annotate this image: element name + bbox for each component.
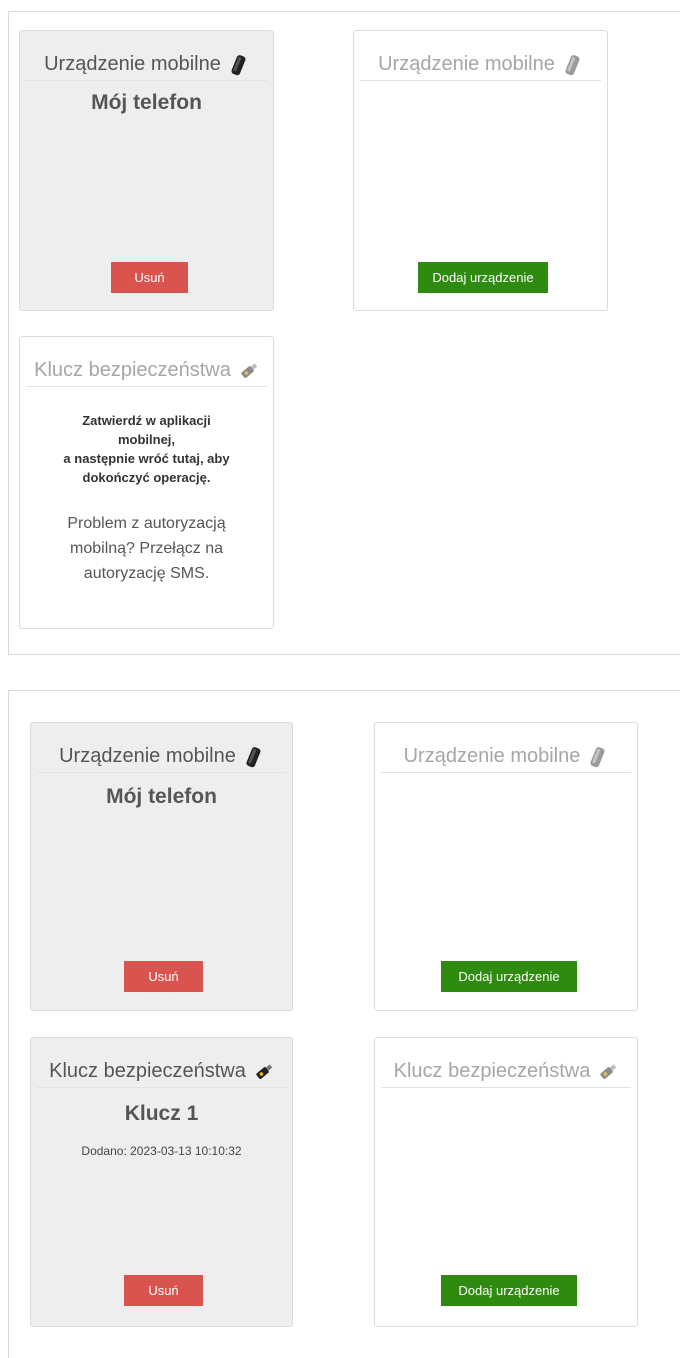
message-line: mobilnej, xyxy=(117,432,176,447)
card-title: Urządzenie mobilne xyxy=(44,53,221,75)
device-name: Mój telefon xyxy=(91,91,202,114)
card-header: Klucz bezpieczeństwa xyxy=(37,1056,286,1088)
card-header: Urządzenie mobilne xyxy=(37,741,286,773)
message-line: dokończyć operację. xyxy=(82,470,211,485)
card-title: Klucz bezpieczeństwa xyxy=(34,359,231,381)
phone-icon xyxy=(565,54,580,75)
card-header: Klucz bezpieczeństwa xyxy=(381,1056,631,1088)
card-header: Urządzenie mobilne xyxy=(360,49,601,81)
mobile-device-empty-card: Urządzenie mobilne Dodaj urządzenie xyxy=(374,722,638,1011)
message-line: Zatwierdź w aplikacji xyxy=(82,413,211,428)
message-line: a następnie wróć tutaj, aby xyxy=(63,451,230,466)
card-title: Klucz bezpieczeństwa xyxy=(49,1060,246,1082)
device-name: Mój telefon xyxy=(106,785,217,808)
switch-to-sms-link[interactable]: Problem z autoryzacją mobilną? Przełącz … xyxy=(38,511,255,586)
usb-key-icon xyxy=(241,362,258,378)
added-date: Dodano: 2023-03-13 10:10:32 xyxy=(81,1144,242,1158)
phone-icon xyxy=(246,746,261,767)
mobile-device-empty-card: Urządzenie mobilne Dodaj urządzenie xyxy=(353,30,608,311)
add-device-button[interactable]: Dodaj urządzenie xyxy=(441,1275,577,1306)
card-title: Urządzenie mobilne xyxy=(59,745,236,767)
link-line[interactable]: mobilną? Przełącz na xyxy=(38,536,255,561)
mobile-device-card: Urządzenie mobilne Mój telefon Usuń xyxy=(19,30,274,311)
add-device-button[interactable]: Dodaj urządzenie xyxy=(418,262,548,293)
card-header: Urządzenie mobilne xyxy=(381,741,631,773)
mobile-device-card: Urządzenie mobilne Mój telefon Usuń xyxy=(30,722,293,1011)
security-key-empty-card: Klucz bezpieczeństwa Dodaj urządzenie xyxy=(374,1037,638,1327)
phone-icon xyxy=(231,54,246,75)
key-name: Klucz 1 xyxy=(124,1102,199,1125)
card-header: Klucz bezpieczeństwa xyxy=(26,355,267,387)
card-header: Urządzenie mobilne xyxy=(26,49,267,81)
phone-icon xyxy=(590,746,605,767)
link-line[interactable]: autoryzację SMS. xyxy=(38,561,255,586)
remove-button[interactable]: Usuń xyxy=(124,961,203,992)
card-title: Klucz bezpieczeństwa xyxy=(393,1060,591,1082)
card-title: Urządzenie mobilne xyxy=(378,53,555,75)
remove-button[interactable]: Usuń xyxy=(124,1275,203,1306)
add-device-button[interactable]: Dodaj urządzenie xyxy=(441,961,577,992)
remove-button[interactable]: Usuń xyxy=(111,262,188,293)
link-line[interactable]: Problem z autoryzacją xyxy=(38,511,255,536)
usb-key-icon xyxy=(600,1063,617,1079)
usb-key-icon xyxy=(256,1063,273,1079)
devices-panel-2: Urządzenie mobilne Mój telefon Usuń Urzą… xyxy=(8,690,680,1358)
confirm-in-app-message: Zatwierdź w aplikacji mobilnej, a następ… xyxy=(38,411,255,487)
security-key-pending-card: Klucz bezpieczeństwa Zatwierdź w aplikac… xyxy=(19,336,274,629)
card-title: Urządzenie mobilne xyxy=(403,745,581,767)
security-key-card: Klucz bezpieczeństwa Klucz 1 Dodano: 202… xyxy=(30,1037,293,1327)
devices-panel-1: Urządzenie mobilne Mój telefon Usuń Urzą… xyxy=(8,11,680,655)
